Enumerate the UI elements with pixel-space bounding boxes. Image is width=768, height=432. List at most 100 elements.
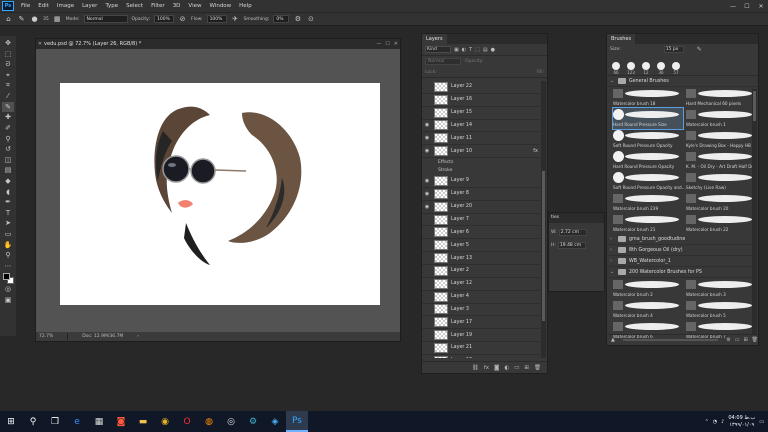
document-tab[interactable]: ✕ vedu.psd @ 72.7% (Layer 26, RGB/8) * —… bbox=[36, 39, 400, 49]
eyedropper-tool-icon[interactable]: ⁄ bbox=[2, 91, 14, 101]
brush-settings-icon[interactable]: ▦ bbox=[53, 15, 62, 24]
brush-item[interactable]: Watercolor brush 22 bbox=[686, 213, 756, 234]
layer-row[interactable]: ◉ Layer 20 bbox=[422, 201, 540, 214]
layer-name[interactable]: Layer 9 bbox=[451, 178, 469, 183]
close-document-icon[interactable]: ✕ bbox=[36, 41, 44, 47]
layer-name[interactable]: Layer 10 bbox=[451, 149, 472, 154]
preview-size-slider[interactable] bbox=[622, 339, 719, 341]
layer-name[interactable]: Layer 11 bbox=[451, 136, 472, 141]
new-group-icon[interactable]: ▭ bbox=[514, 365, 519, 371]
layer-name[interactable]: Layer 6 bbox=[451, 230, 469, 235]
status-arrow-icon[interactable]: › bbox=[137, 334, 139, 339]
close-button[interactable]: ✕ bbox=[754, 0, 768, 12]
screen-mode-icon[interactable]: ▣ bbox=[2, 295, 14, 305]
blend-mode-select[interactable]: Normal bbox=[425, 58, 461, 65]
type-tool-icon[interactable]: T bbox=[2, 208, 14, 218]
flow-field[interactable]: 100% bbox=[206, 15, 227, 23]
doc-close-icon[interactable]: ✕ bbox=[394, 41, 398, 47]
visibility-eye-icon[interactable]: ◉ bbox=[422, 204, 432, 210]
brush-tool-icon[interactable]: ✎ bbox=[17, 15, 26, 24]
layer-row[interactable]: Layer 4 bbox=[422, 291, 540, 304]
brush-item[interactable]: Soft Round Pressure Opacity bbox=[613, 129, 683, 150]
layer-row[interactable]: ◉ Layer 14 bbox=[422, 120, 540, 133]
healing-tool-icon[interactable]: ✚ bbox=[2, 112, 14, 122]
eraser-tool-icon[interactable]: ◫ bbox=[2, 155, 14, 165]
layer-name[interactable]: Layer 15 bbox=[451, 110, 472, 115]
layer-name[interactable]: Layer 16 bbox=[451, 97, 472, 102]
visibility-eye-icon[interactable]: ◉ bbox=[422, 178, 432, 184]
volume-icon[interactable]: ♪ bbox=[721, 419, 724, 425]
layers-scroll-thumb[interactable] bbox=[542, 171, 545, 321]
layer-row[interactable]: Layer 2 bbox=[422, 265, 540, 278]
height-field[interactable]: 19.48 cm bbox=[557, 242, 586, 249]
airbrush-icon[interactable]: ✈ bbox=[231, 15, 240, 24]
layer-row[interactable]: Layer 12 bbox=[422, 278, 540, 291]
doc-minimize-icon[interactable]: — bbox=[376, 41, 381, 47]
layer-row[interactable]: Layer 22 bbox=[422, 81, 540, 94]
smoothing-field[interactable]: 0% bbox=[273, 15, 290, 23]
foreground-color-swatch[interactable] bbox=[2, 273, 10, 281]
mode-select[interactable]: Normal bbox=[83, 15, 128, 23]
kind-filter-select[interactable]: Kind bbox=[425, 46, 451, 53]
filter-pixel-icon[interactable]: ▣ bbox=[454, 47, 459, 53]
shape-tool-icon[interactable]: ▭ bbox=[2, 229, 14, 239]
brush-preset[interactable]: 123 bbox=[625, 62, 637, 75]
menu-select[interactable]: Select bbox=[122, 3, 147, 9]
new-brush-group-icon[interactable]: ▭ bbox=[735, 337, 740, 343]
new-brush-icon[interactable]: ⊞ bbox=[743, 337, 747, 343]
task-view-icon[interactable]: ❐ bbox=[44, 411, 66, 432]
menu-window[interactable]: Window bbox=[205, 3, 235, 9]
brush-item[interactable]: Kyle's Drawing Box - Happy HB bbox=[686, 129, 756, 150]
layer-name[interactable]: Layer 19 bbox=[451, 333, 472, 338]
brush-preset[interactable]: 36 bbox=[655, 62, 667, 75]
brush-alt-tool-icon[interactable]: ✐ bbox=[2, 123, 14, 133]
history-brush-tool-icon[interactable]: ↺ bbox=[2, 144, 14, 154]
pen-tool-icon[interactable]: ✒ bbox=[2, 197, 14, 207]
layers-scrollbar[interactable] bbox=[541, 81, 546, 358]
crop-tool-icon[interactable]: ⌗ bbox=[2, 81, 14, 91]
photo-app-icon[interactable]: ◙ bbox=[110, 411, 132, 432]
layer-row[interactable]: Layer 15 bbox=[422, 107, 540, 120]
brush-item[interactable]: Watercolor brush 1 bbox=[686, 108, 756, 129]
notifications-icon[interactable]: ▭ bbox=[759, 419, 764, 425]
adjustment-layer-icon[interactable]: ◐ bbox=[504, 365, 509, 371]
menu-layer[interactable]: Layer bbox=[78, 3, 101, 9]
delete-brush-icon[interactable]: 🗑 bbox=[752, 337, 758, 343]
layer-row[interactable]: ◉ Layer 8 bbox=[422, 188, 540, 201]
filter-adjustment-icon[interactable]: ◐ bbox=[462, 47, 466, 53]
layer-row[interactable]: Layer 7 bbox=[422, 214, 540, 227]
brush-folder[interactable]: › WB_Watercolor_1 bbox=[607, 256, 758, 267]
brush-preset[interactable]: 57 bbox=[670, 62, 682, 75]
brush-item[interactable]: Sketchy (Live Raw) bbox=[686, 171, 756, 192]
menu-filter[interactable]: Filter bbox=[147, 3, 169, 9]
layer-row[interactable]: Layer 3 bbox=[422, 304, 540, 317]
brush-item[interactable]: Hard Mechanical 60 pixels bbox=[686, 87, 756, 108]
brush-item[interactable]: Hard Round Pressure Size bbox=[612, 107, 684, 130]
tool-app-icon[interactable]: ⚙ bbox=[242, 411, 264, 432]
layer-row[interactable]: Layer 6 bbox=[422, 226, 540, 240]
brush-folder[interactable]: › 8th Gorgeous Oil (dry) bbox=[607, 245, 758, 256]
layer-row[interactable]: ◉ Layer 9 bbox=[422, 175, 540, 188]
layer-row[interactable]: Layer 18 bbox=[422, 355, 540, 358]
gear-icon[interactable]: ⚙ bbox=[293, 15, 302, 24]
brush-tool-icon[interactable]: ✎ bbox=[2, 101, 14, 112]
layer-row[interactable]: Layer 16 bbox=[422, 94, 540, 107]
layer-name[interactable]: Layer 22 bbox=[451, 84, 472, 89]
network-icon[interactable]: ◔ bbox=[713, 419, 717, 425]
chevron-down-icon[interactable]: ⌄ bbox=[610, 269, 615, 275]
move-tool-icon[interactable]: ✥ bbox=[2, 38, 14, 48]
layer-row[interactable]: Layer 21 bbox=[422, 342, 540, 355]
brush-item[interactable]: Watercolor brush 239 bbox=[613, 192, 683, 213]
layer-name[interactable]: Layer 13 bbox=[451, 256, 472, 261]
chevron-right-icon[interactable]: › bbox=[610, 258, 615, 264]
brush-preset[interactable]: 66 bbox=[610, 62, 622, 75]
layer-row[interactable]: Layer 5 bbox=[422, 239, 540, 253]
menu-image[interactable]: Image bbox=[53, 3, 78, 9]
clock[interactable]: 04:09 ب.ظ ۱۳۹۹/۰۱/۰۹ bbox=[728, 415, 755, 429]
brush-item[interactable]: Watercolor brush 2 bbox=[613, 278, 683, 299]
minimize-button[interactable]: — bbox=[726, 0, 740, 12]
edge-icon[interactable]: e bbox=[66, 411, 88, 432]
delete-layer-icon[interactable]: 🗑 bbox=[534, 365, 541, 371]
layer-name[interactable]: Layer 17 bbox=[451, 320, 472, 325]
home-icon[interactable]: ⌂ bbox=[4, 15, 13, 24]
